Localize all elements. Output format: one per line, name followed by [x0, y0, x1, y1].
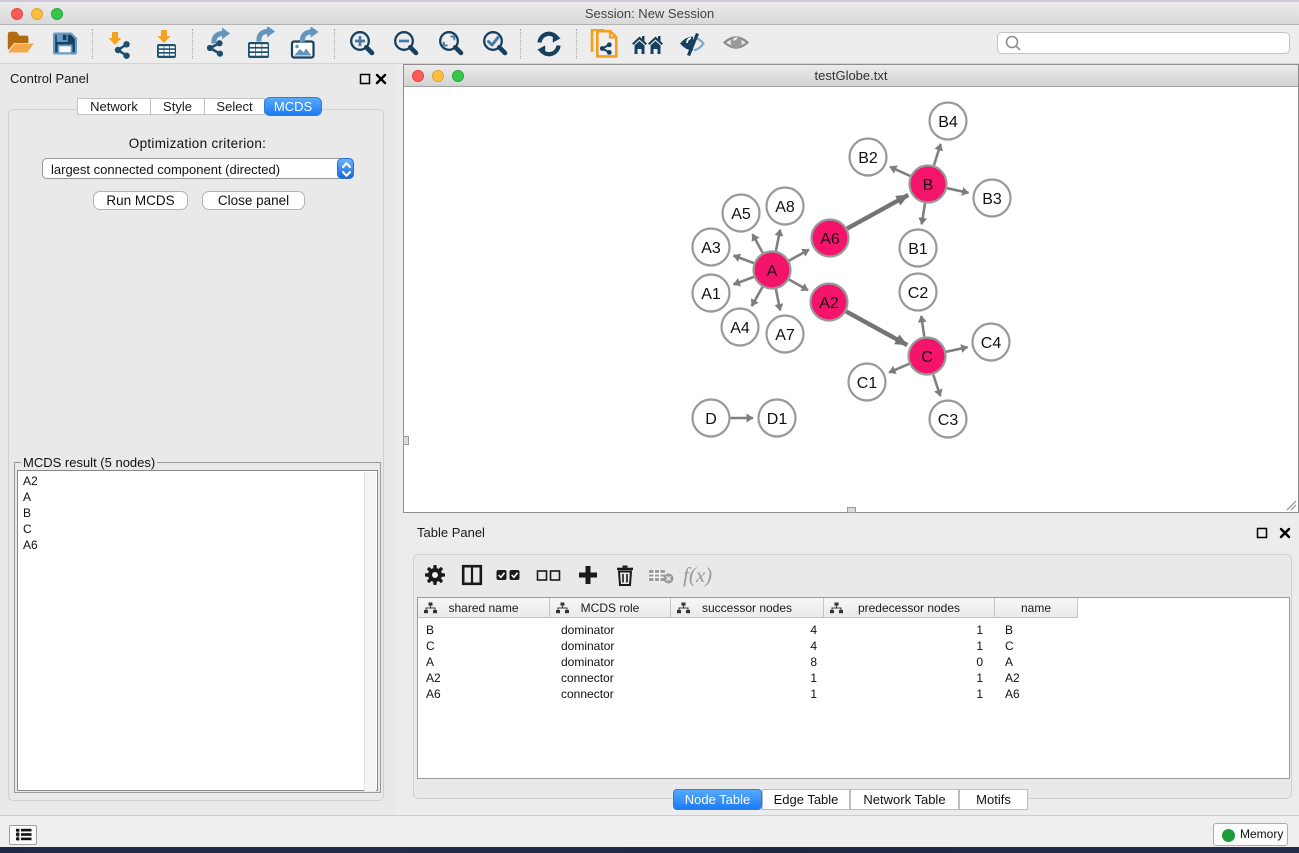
svg-text:B3: B3 — [982, 191, 1002, 208]
svg-text:A6: A6 — [820, 231, 840, 248]
svg-text:A2: A2 — [819, 295, 839, 312]
svg-text:A4: A4 — [730, 320, 750, 337]
svg-text:D: D — [705, 411, 717, 428]
svg-text:A8: A8 — [775, 199, 795, 216]
svg-text:B: B — [923, 177, 934, 194]
svg-text:f(x): f(x) — [683, 563, 712, 587]
svg-text:C4: C4 — [981, 335, 1002, 352]
svg-text:A: A — [767, 263, 778, 280]
svg-text:B4: B4 — [938, 114, 958, 131]
svg-text:C1: C1 — [857, 375, 878, 392]
svg-text:C: C — [921, 349, 933, 366]
svg-text:B1: B1 — [908, 241, 928, 258]
svg-text:A1: A1 — [701, 286, 721, 303]
svg-text:C3: C3 — [938, 412, 959, 429]
svg-text:C2: C2 — [908, 285, 929, 302]
svg-text:D1: D1 — [767, 411, 788, 428]
svg-text:A5: A5 — [731, 206, 751, 223]
svg-text:A7: A7 — [775, 327, 795, 344]
svg-text:B2: B2 — [858, 150, 878, 167]
svg-text:A3: A3 — [701, 240, 721, 257]
